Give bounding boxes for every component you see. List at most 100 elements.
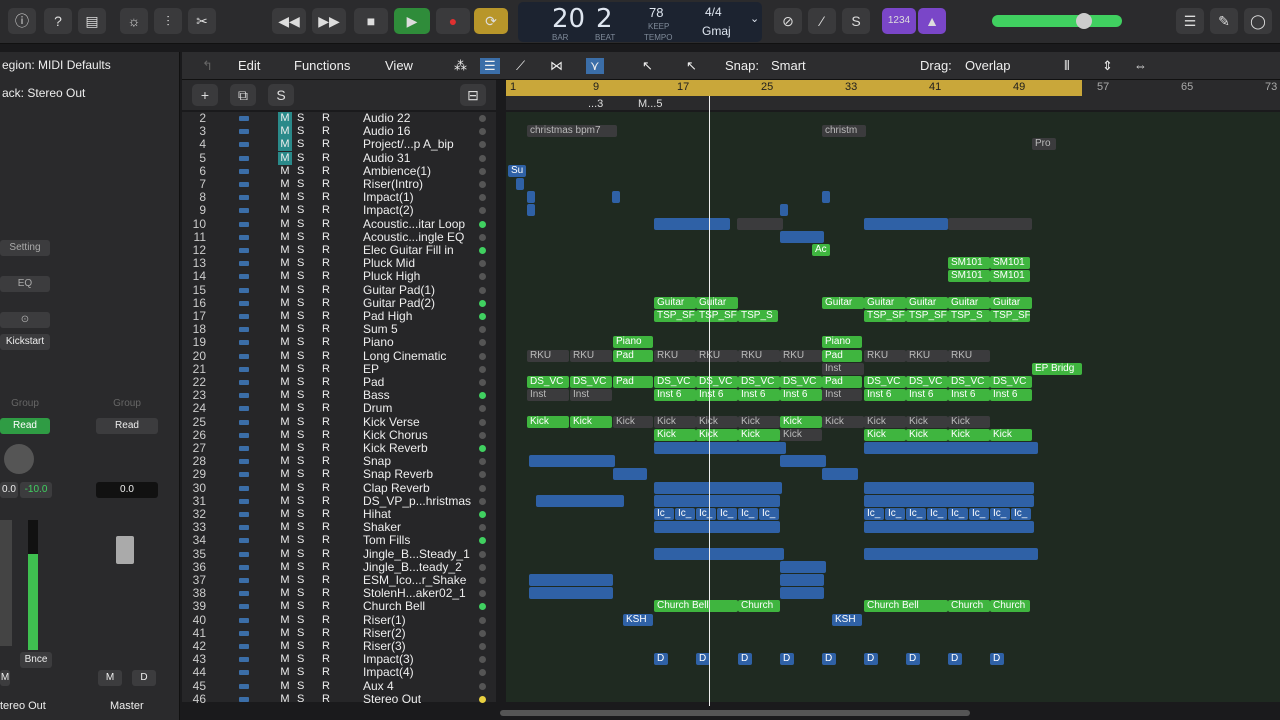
region[interactable] <box>780 574 824 586</box>
track-row[interactable]: 22 M S R Pad <box>182 376 496 389</box>
track-row[interactable]: 41 M S R Riser(2) <box>182 626 496 640</box>
arrange-area[interactable]: christmas bpm7 christm Pro Su Ac SM101 SM101 SM… <box>506 112 1280 702</box>
group-button[interactable]: Group <box>0 396 50 412</box>
solo-button[interactable]: S <box>297 152 304 165</box>
record-enable-button[interactable]: R <box>322 587 330 600</box>
region[interactable]: D <box>822 653 836 666</box>
region[interactable] <box>864 494 1034 507</box>
track-name[interactable]: Bass <box>363 389 475 402</box>
track-name[interactable]: ESM_Ico...r_Shake <box>363 574 475 587</box>
mute-button[interactable]: M <box>278 151 292 165</box>
solo-button[interactable]: S <box>297 112 304 125</box>
record-button[interactable]: ● <box>436 8 470 34</box>
record-enable-button[interactable]: R <box>322 112 330 125</box>
region[interactable]: Church <box>948 600 990 613</box>
record-enable-button[interactable]: R <box>322 482 330 495</box>
track-row[interactable]: 12 M S R Elec Guitar Fill in <box>182 244 496 257</box>
mute-button[interactable]: M <box>278 125 292 139</box>
mute-button[interactable]: M <box>278 178 292 191</box>
mute-button[interactable]: M <box>278 508 292 521</box>
record-enable-button[interactable]: R <box>322 310 330 323</box>
mixer-icon[interactable]: ⫶ <box>154 8 182 34</box>
solo-button[interactable]: S <box>297 244 304 257</box>
region[interactable]: Piano <box>822 336 862 349</box>
solo-button[interactable]: S <box>297 257 304 270</box>
record-enable-button[interactable]: R <box>322 350 330 363</box>
track-name[interactable]: Pluck High <box>363 270 475 283</box>
region[interactable]: christm <box>822 125 866 138</box>
metronome-icon[interactable]: ▲ <box>918 8 946 34</box>
edit-menu[interactable]: Edit <box>238 58 260 73</box>
region[interactable]: DS_VC <box>738 376 780 388</box>
solo-button[interactable]: S <box>297 310 304 323</box>
stop-button[interactable]: ■ <box>354 8 388 34</box>
secondary-tool-icon[interactable]: ↖ <box>686 58 697 74</box>
solo-button[interactable]: S <box>297 508 304 521</box>
track-name[interactable]: Snap Reverb <box>363 468 475 481</box>
lcd-display[interactable]: 20 2 BAR BEAT 78 KEEP TEMPO 4/4 Gmaj ⌄ <box>518 2 762 42</box>
mute-button[interactable]: M <box>278 257 292 270</box>
region[interactable]: RKU <box>738 349 780 362</box>
region[interactable]: Ic_ <box>927 508 947 520</box>
mute-button[interactable]: M <box>278 231 292 244</box>
region[interactable]: Guitar <box>654 296 696 309</box>
track-row[interactable]: 5 M S R Audio 31 <box>182 151 496 165</box>
master-volume-knob[interactable] <box>1076 13 1092 29</box>
solo-button[interactable]: S <box>297 548 304 561</box>
list-view-icon[interactable]: ☰ <box>480 58 500 74</box>
track-name[interactable]: Jingle_B...Steady_1 <box>363 548 475 561</box>
mute-button[interactable]: M <box>278 112 292 125</box>
region[interactable]: DS_VC <box>906 376 948 388</box>
playhead[interactable] <box>709 96 710 706</box>
record-enable-button[interactable]: R <box>322 257 330 270</box>
solo-button[interactable]: S <box>297 350 304 363</box>
notepad-icon[interactable]: ✎ <box>1210 8 1238 34</box>
solo-button[interactable]: S <box>297 125 304 138</box>
track-name[interactable]: Pad <box>363 376 475 389</box>
solo-button[interactable]: S <box>297 574 304 587</box>
mute-button[interactable]: M <box>278 363 292 376</box>
track-row[interactable]: 2 M S R Audio 22 <box>182 112 496 125</box>
region[interactable]: Inst 6 <box>864 389 906 402</box>
region[interactable]: Inst 6 <box>948 389 990 402</box>
track-row[interactable]: 42 M S R Riser(3) <box>182 640 496 653</box>
record-enable-button[interactable]: R <box>322 165 330 178</box>
track-row[interactable]: 17 M S R Pad High <box>182 310 496 323</box>
region[interactable]: Ic_ <box>654 508 674 520</box>
track-row[interactable]: 39 M S R Church Bell <box>182 600 496 613</box>
solo-button[interactable]: S <box>297 561 304 574</box>
settings-icon[interactable]: ☼ <box>120 8 148 34</box>
grid-view-icon[interactable]: ⁂ <box>454 58 467 74</box>
region[interactable] <box>780 230 824 243</box>
region[interactable]: Kick <box>654 428 696 441</box>
track-row[interactable]: 23 M S R Bass <box>182 389 496 402</box>
region[interactable]: RKU <box>696 349 738 362</box>
track-row[interactable]: 43 M S R Impact(3) <box>182 653 496 666</box>
region[interactable]: Kick <box>822 415 864 428</box>
region[interactable]: TSP_SF <box>864 310 906 322</box>
view-menu[interactable]: View <box>385 58 413 73</box>
region[interactable]: D <box>696 653 710 666</box>
record-enable-button[interactable]: R <box>322 600 330 613</box>
mute-button[interactable]: M <box>278 310 292 323</box>
master-volume-readout[interactable]: 0.0 <box>96 482 158 498</box>
region[interactable]: TSP_SF <box>906 310 948 322</box>
solo-button[interactable]: S <box>297 468 304 481</box>
region[interactable] <box>780 455 826 468</box>
pointer-tool-icon[interactable]: ↖ <box>642 58 653 74</box>
region[interactable]: Pad <box>822 376 862 388</box>
region[interactable] <box>654 217 730 230</box>
region-row[interactable]: egion: MIDI Defaults <box>0 52 180 78</box>
region[interactable]: Kick <box>780 428 822 441</box>
region[interactable] <box>780 204 788 217</box>
mute-button[interactable]: M <box>278 455 292 468</box>
horizontal-scrollbar[interactable] <box>500 710 970 716</box>
track-name[interactable]: Riser(Intro) <box>363 178 475 191</box>
track-name[interactable]: Audio 31 <box>363 152 475 165</box>
region[interactable]: Ic_ <box>906 508 926 520</box>
region[interactable]: Ac <box>812 244 830 256</box>
solo-button[interactable]: S <box>297 429 304 442</box>
track-name[interactable]: Kick Reverb <box>363 442 475 455</box>
solo-button[interactable]: S <box>297 640 304 653</box>
region[interactable]: Kick <box>906 428 948 441</box>
